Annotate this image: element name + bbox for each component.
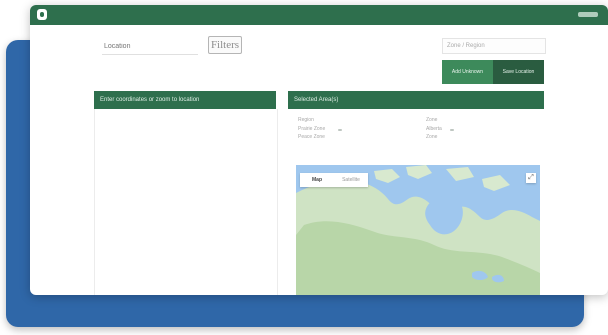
app-window: Filters Zone / Region Add Unknown Save L…: [30, 5, 608, 295]
field-value-zone[interactable]: Alberta: [426, 126, 442, 132]
fullscreen-icon[interactable]: ⤢: [526, 173, 536, 183]
zone-select[interactable]: Zone / Region: [442, 38, 546, 54]
search-input[interactable]: [102, 38, 198, 55]
field-extra-region[interactable]: Peace Zone: [298, 134, 325, 140]
field-value-region[interactable]: Prairie Zone: [298, 126, 325, 132]
map-type-tabs: Map Satellite: [300, 173, 368, 187]
top-app-bar: [30, 5, 608, 25]
left-panel-header: Enter coordinates or zoom to location: [94, 91, 276, 109]
filters-button[interactable]: Filters: [208, 36, 242, 54]
account-icon[interactable]: [578, 12, 598, 17]
field-label-region: Region: [298, 117, 314, 123]
field-label-zone: Zone: [426, 117, 438, 123]
tab-satellite[interactable]: Satellite: [334, 173, 368, 187]
tab-map[interactable]: Map: [300, 173, 334, 187]
right-panel-header: Selected Area(s): [288, 91, 544, 109]
left-panel-body: [94, 109, 278, 295]
save-location-button[interactable]: Save Location: [493, 60, 544, 84]
field-extra-zone[interactable]: Zone: [426, 134, 437, 140]
add-unknown-button[interactable]: Add Unknown: [442, 60, 493, 84]
app-logo-icon[interactable]: [37, 9, 47, 20]
map-view[interactable]: Map Satellite ⤢: [296, 165, 540, 295]
chevron-down-icon: [338, 129, 342, 131]
chevron-down-icon: [450, 129, 454, 131]
